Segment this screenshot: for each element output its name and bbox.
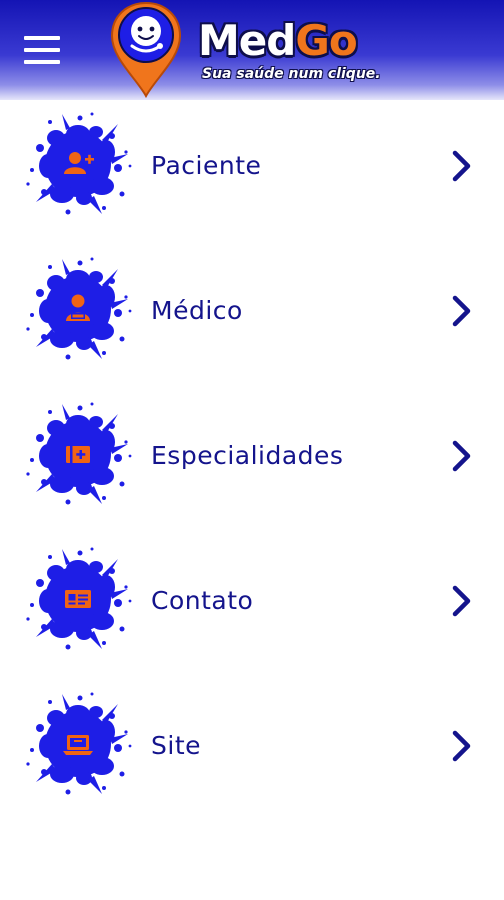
chevron-right-icon[interactable]: [446, 728, 476, 764]
hamburger-menu-icon[interactable]: [14, 28, 70, 72]
contact-card-icon: [65, 590, 91, 608]
paint-splat-decoration: [22, 398, 134, 510]
menu-item-label: Contato: [151, 586, 254, 615]
menu-item-medico[interactable]: Médico: [0, 239, 504, 384]
brand-logo-text: MedGo: [198, 16, 358, 65]
brand-tagline: Sua saúde num clique.: [202, 66, 381, 82]
app-screen: MedGo Sua saúde num clique. Paciente Méd…: [0, 0, 504, 900]
menu-item-label: Site: [151, 731, 201, 760]
chevron-right-icon[interactable]: [446, 438, 476, 474]
menu-item-especialidades[interactable]: Especialidades: [0, 384, 504, 529]
menu-item-contato[interactable]: Contato: [0, 529, 504, 674]
chevron-right-icon[interactable]: [446, 148, 476, 184]
paint-splat-decoration: [22, 253, 134, 365]
brand-primary-text: Med: [198, 16, 296, 65]
map-pin-mascot-icon: [110, 1, 182, 98]
menu-item-label: Especialidades: [151, 441, 344, 470]
menu-item-label: Paciente: [151, 151, 262, 180]
chevron-right-icon[interactable]: [446, 293, 476, 329]
app-header: MedGo Sua saúde num clique.: [0, 0, 504, 100]
paint-splat-decoration: [22, 688, 134, 800]
menu-item-label: Médico: [151, 296, 243, 325]
brand-accent-text: Go: [295, 16, 357, 65]
menu-item-site[interactable]: Site: [0, 674, 504, 819]
chevron-right-icon[interactable]: [446, 583, 476, 619]
menu-item-paciente[interactable]: Paciente: [0, 94, 504, 239]
medical-kit-icon: [66, 446, 90, 463]
paint-splat-decoration: [22, 108, 134, 220]
main-menu-list: Paciente Médico Especialidades Contato S…: [0, 94, 504, 819]
laptop-icon: [63, 735, 93, 755]
paint-splat-decoration: [22, 543, 134, 655]
